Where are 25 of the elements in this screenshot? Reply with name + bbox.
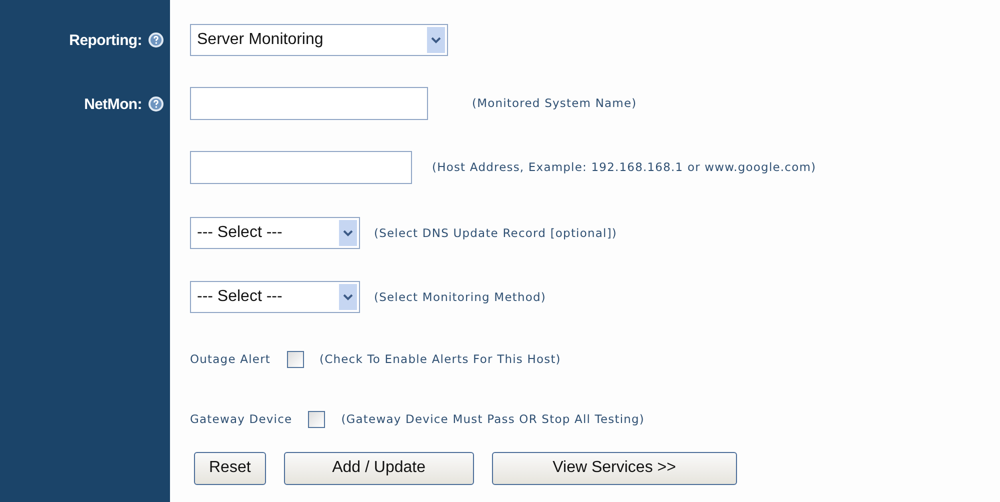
chevron-icon	[431, 36, 441, 44]
checkbox[interactable]	[308, 410, 326, 428]
chevron-icon	[343, 229, 353, 237]
hint-text: (Monitored System Name)	[472, 96, 637, 110]
hint-text: (Gateway Device Must Pass OR Stop All Testing)	[341, 412, 645, 426]
hint-text: (Select DNS Update Record [optional])	[374, 226, 617, 240]
help-icon[interactable]	[148, 32, 164, 48]
dropdown[interactable]: --- Select ---	[190, 281, 360, 313]
field-label: Reporting:	[69, 32, 142, 48]
dropdown[interactable]: --- Select ---	[190, 217, 360, 249]
form-button[interactable]: Reset	[194, 452, 266, 484]
form-button[interactable]: View Services >>	[492, 452, 737, 484]
chevron-icon	[343, 293, 353, 301]
help-icon[interactable]	[148, 96, 164, 112]
dropdown[interactable]: Server Monitoring	[190, 24, 448, 56]
checkbox-label: Outage Alert	[190, 352, 271, 366]
input-field[interactable]	[190, 150, 412, 184]
form-button[interactable]: Add / Update	[284, 452, 474, 484]
checkbox-label: Gateway Device	[190, 412, 292, 426]
checkbox[interactable]	[286, 350, 304, 368]
hint-text: (Select Monitoring Method)	[374, 290, 546, 304]
input-field[interactable]	[190, 86, 428, 120]
hint-text: (Check To Enable Alerts For This Host)	[320, 352, 561, 366]
field-label: NetMon:	[84, 96, 142, 112]
hint-text: (Host Address, Example: 192.168.168.1 or www.google.com)	[432, 160, 816, 174]
